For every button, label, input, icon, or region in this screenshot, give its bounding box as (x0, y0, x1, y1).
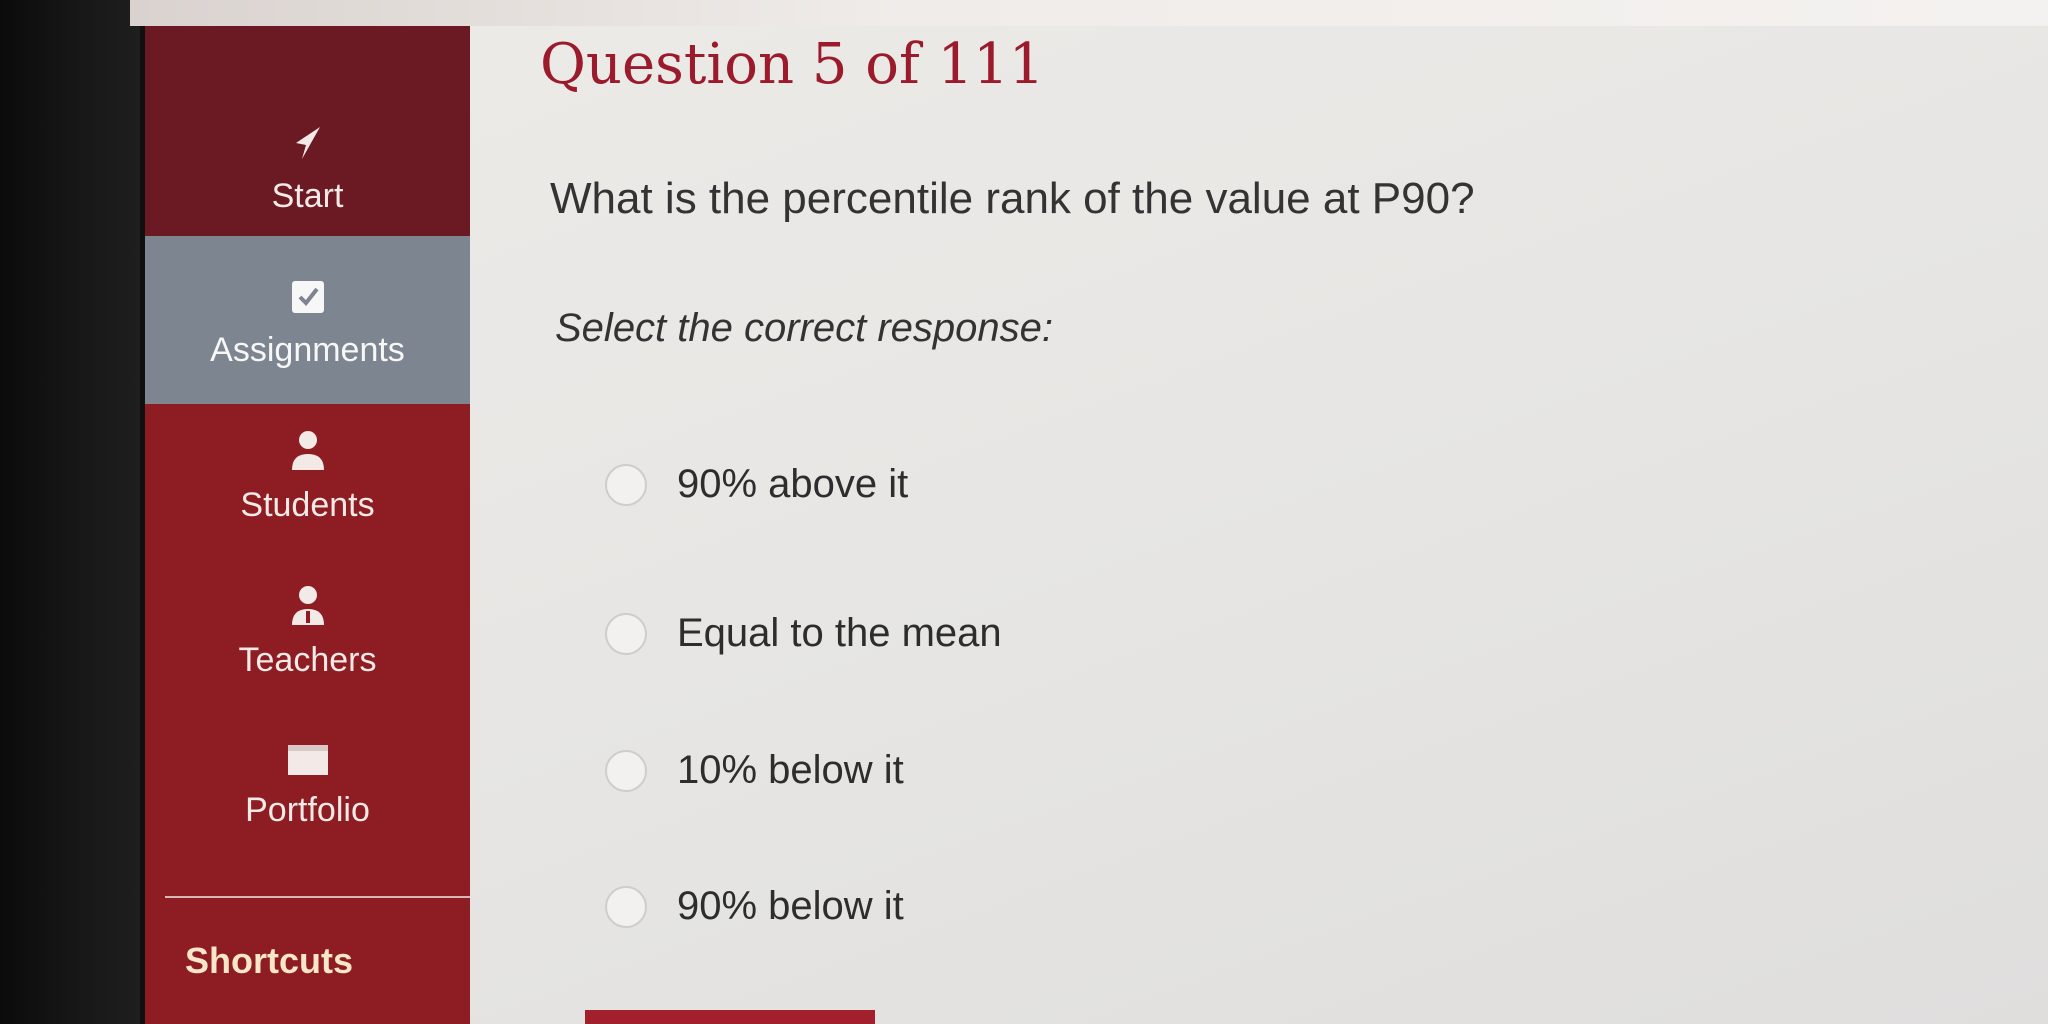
question-instruction: Select the correct response: (555, 306, 1054, 350)
radio-button[interactable] (605, 612, 647, 655)
sidebar-item-portfolio[interactable]: Portfolio (145, 731, 470, 830)
sidebar-item-label: Teachers (238, 641, 377, 679)
answer-option[interactable]: 90% below it (605, 884, 904, 929)
answer-option[interactable]: Equal to the mean (605, 611, 1002, 656)
answer-option-label: Equal to the mean (677, 611, 1002, 655)
sidebar-item-teachers[interactable]: Teachers (145, 581, 470, 680)
monitor-bezel (0, 0, 140, 1024)
sidebar-item-start[interactable]: Start (145, 26, 470, 236)
answer-option[interactable]: 10% below it (605, 748, 904, 793)
browser-top-strip (130, 0, 2048, 26)
sidebar-item-label: Start (271, 177, 344, 215)
question-text: What is the percentile rank of the value… (550, 174, 1475, 223)
question-panel: Question 5 of 111 What is the percentile… (470, 26, 2048, 1024)
answer-option-label: 90% below it (677, 884, 904, 928)
question-title: Question 5 of 111 (540, 32, 1045, 97)
folder-icon (286, 731, 330, 777)
sidebar-item-assignments[interactable]: Assignments (145, 236, 470, 404)
checkbox-icon (288, 271, 328, 317)
answer-option-label: 10% below it (677, 748, 904, 792)
teacher-icon (288, 581, 328, 627)
arrow-cursor-icon (288, 117, 328, 163)
radio-button[interactable] (605, 885, 647, 928)
sidebar-item-label: Assignments (210, 330, 405, 369)
shortcuts-link[interactable]: Shortcuts (185, 940, 353, 982)
answer-option-label: 90% above it (677, 462, 909, 506)
radio-button[interactable] (605, 749, 647, 792)
radio-button[interactable] (605, 463, 647, 506)
sidebar-item-label: Portfolio (245, 791, 370, 829)
submit-button[interactable] (585, 1010, 875, 1024)
sidebar-divider (165, 896, 470, 898)
sidebar: Start Assignments Students Teachers Port… (145, 26, 470, 1024)
sidebar-item-label: Students (240, 486, 375, 524)
answer-option[interactable]: 90% above it (605, 462, 908, 507)
sidebar-item-students[interactable]: Students (145, 426, 470, 525)
person-icon (288, 426, 328, 472)
